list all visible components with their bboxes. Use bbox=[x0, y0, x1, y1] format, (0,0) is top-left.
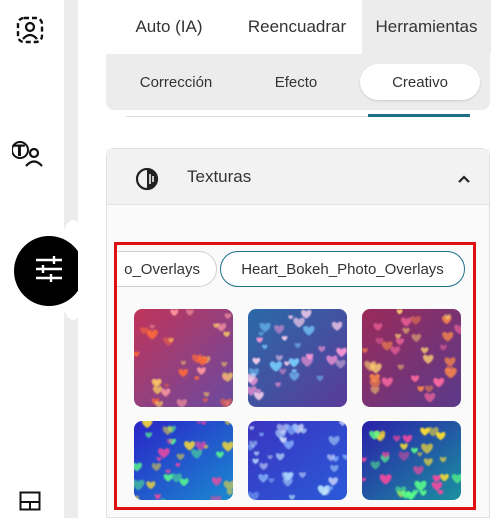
sub-tabs: Corrección Efecto Creativo bbox=[106, 54, 490, 110]
tab-reencuadrar[interactable]: Reencuadrar bbox=[232, 0, 362, 54]
contrast-icon bbox=[135, 167, 159, 196]
chevron-up-icon[interactable] bbox=[457, 171, 471, 189]
layout-icon[interactable] bbox=[18, 490, 42, 512]
tab-herramientas[interactable]: Herramientas bbox=[362, 0, 491, 54]
text-person-icon[interactable]: T bbox=[12, 138, 48, 170]
subtab-correccion[interactable]: Corrección bbox=[124, 64, 228, 100]
portrait-frame-icon[interactable] bbox=[14, 14, 46, 46]
subtab-efecto[interactable]: Efecto bbox=[256, 64, 336, 100]
sliders-icon bbox=[34, 255, 64, 287]
top-tabs: Auto (IA) Reencuadrar Herramientas bbox=[106, 0, 491, 54]
section-title: Texturas bbox=[187, 167, 252, 186]
active-indicator bbox=[368, 114, 470, 117]
selection-highlight bbox=[114, 242, 476, 510]
tab-auto[interactable]: Auto (IA) bbox=[106, 0, 232, 54]
texturas-header[interactable]: Texturas bbox=[107, 149, 489, 205]
adjust-tool-button[interactable] bbox=[14, 236, 84, 306]
subtab-creativo[interactable]: Creativo bbox=[360, 64, 480, 100]
